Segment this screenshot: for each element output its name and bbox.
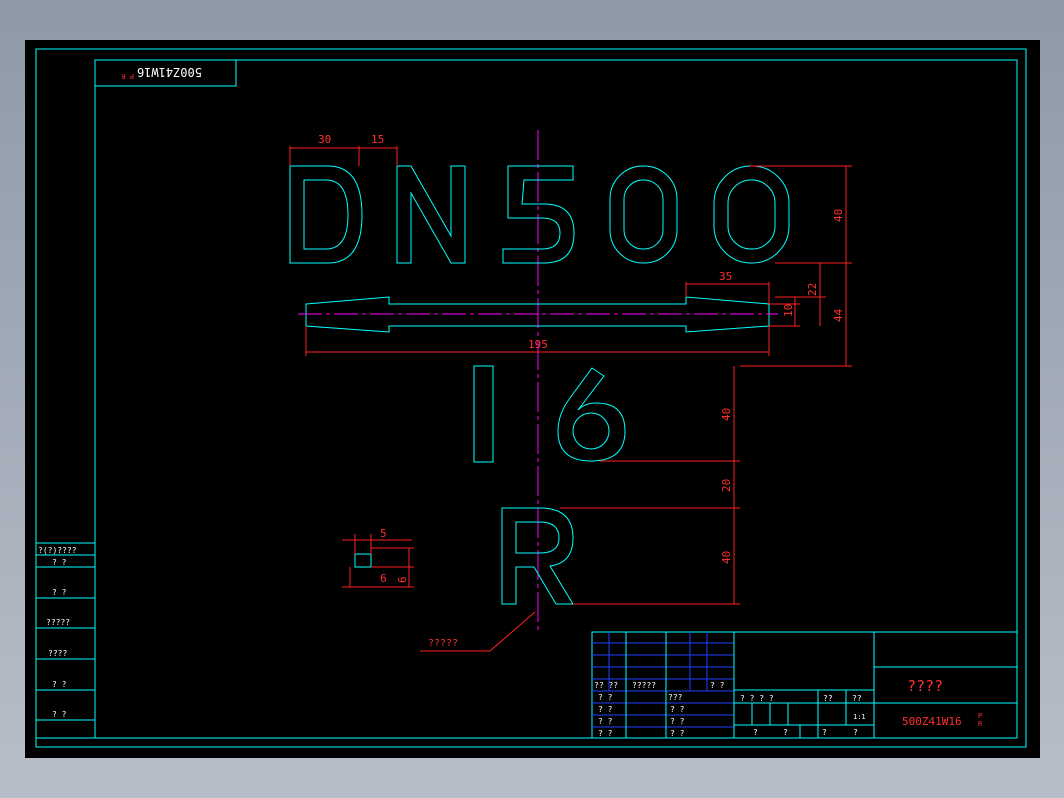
- svg-text:40: 40: [720, 408, 733, 421]
- svg-text:?????: ?????: [46, 618, 70, 627]
- svg-text:20: 20: [720, 479, 733, 492]
- drawing-title: ????: [907, 677, 943, 695]
- title-block: ?? ?? ????? ? ? ? ? ? ? ? ? ? ? ??? ? ? …: [591, 631, 1018, 739]
- cad-viewport[interactable]: 500Z41W16 P R 30 15 35 195 5 6 ????? 40 …: [25, 40, 1040, 758]
- svg-text:? ?: ? ?: [598, 705, 613, 714]
- svg-text:????: ????: [48, 649, 67, 658]
- svg-text:? ?: ? ?: [52, 710, 67, 719]
- svg-text:6: 6: [396, 576, 409, 583]
- inner-frame: [94, 59, 1018, 739]
- svg-text:?: ?: [783, 728, 788, 737]
- svg-text:1:1: 1:1: [853, 713, 866, 721]
- svg-text:???: ???: [668, 693, 683, 702]
- svg-text:?: ?: [753, 728, 758, 737]
- svg-text:22: 22: [806, 283, 819, 296]
- svg-text:? ?: ? ?: [670, 729, 685, 738]
- outer-frame: [35, 48, 1027, 748]
- svg-text:?????: ?????: [428, 638, 458, 649]
- digit-0-a-outline: [609, 165, 678, 264]
- svg-text:?(?)????: ?(?)????: [38, 546, 77, 555]
- svg-text:? ?: ? ?: [52, 588, 67, 597]
- svg-text:?????: ?????: [632, 681, 656, 690]
- svg-text:?: ?: [853, 728, 858, 737]
- digit-6-outline: [557, 367, 626, 462]
- svg-text:?? ??: ?? ??: [594, 681, 618, 690]
- letter-n-outline: [396, 165, 466, 264]
- drawing-canvas: 500Z41W16 P R 30 15 35 195 5 6 ????? 40 …: [35, 48, 1027, 748]
- top-label: 500Z41W16 P R: [121, 65, 202, 80]
- svg-text:P R: P R: [121, 72, 134, 80]
- svg-text:40: 40: [832, 209, 845, 222]
- digit-1-outline: [473, 365, 494, 463]
- svg-text:10: 10: [782, 304, 795, 317]
- svg-text:44: 44: [832, 308, 845, 322]
- svg-text:??: ??: [852, 694, 862, 703]
- svg-text:? ? ? ?: ? ? ? ?: [740, 694, 774, 703]
- svg-text:? ?: ? ?: [598, 729, 613, 738]
- svg-text:PR: PR: [978, 712, 983, 728]
- svg-text:40: 40: [720, 551, 733, 564]
- drawing-number: 500Z41W16: [902, 715, 962, 728]
- letter-d-outline: [289, 165, 363, 264]
- svg-text:500Z41W16: 500Z41W16: [137, 65, 202, 79]
- svg-text:? ?: ? ?: [670, 717, 685, 726]
- svg-text:?: ?: [822, 728, 827, 737]
- svg-text:15: 15: [371, 133, 384, 146]
- svg-text:??: ??: [823, 694, 833, 703]
- dimension-lines: [289, 146, 852, 652]
- svg-text:? ?: ? ?: [52, 558, 67, 567]
- left-side-table: ?(?)???? ? ? ? ? ????? ???? ? ? ? ?: [35, 542, 96, 739]
- svg-text:? ?: ? ?: [52, 680, 67, 689]
- digit-0-b-outline: [713, 165, 790, 264]
- svg-text:? ?: ? ?: [710, 681, 725, 690]
- svg-text:? ?: ? ?: [598, 717, 613, 726]
- svg-text:? ?: ? ?: [670, 705, 685, 714]
- detail-groove: [354, 553, 372, 568]
- svg-text:195: 195: [528, 338, 548, 351]
- svg-text:6: 6: [380, 572, 387, 585]
- svg-text:5: 5: [380, 527, 387, 540]
- svg-text:30: 30: [318, 133, 331, 146]
- svg-text:? ?: ? ?: [598, 693, 613, 702]
- svg-text:35: 35: [719, 270, 732, 283]
